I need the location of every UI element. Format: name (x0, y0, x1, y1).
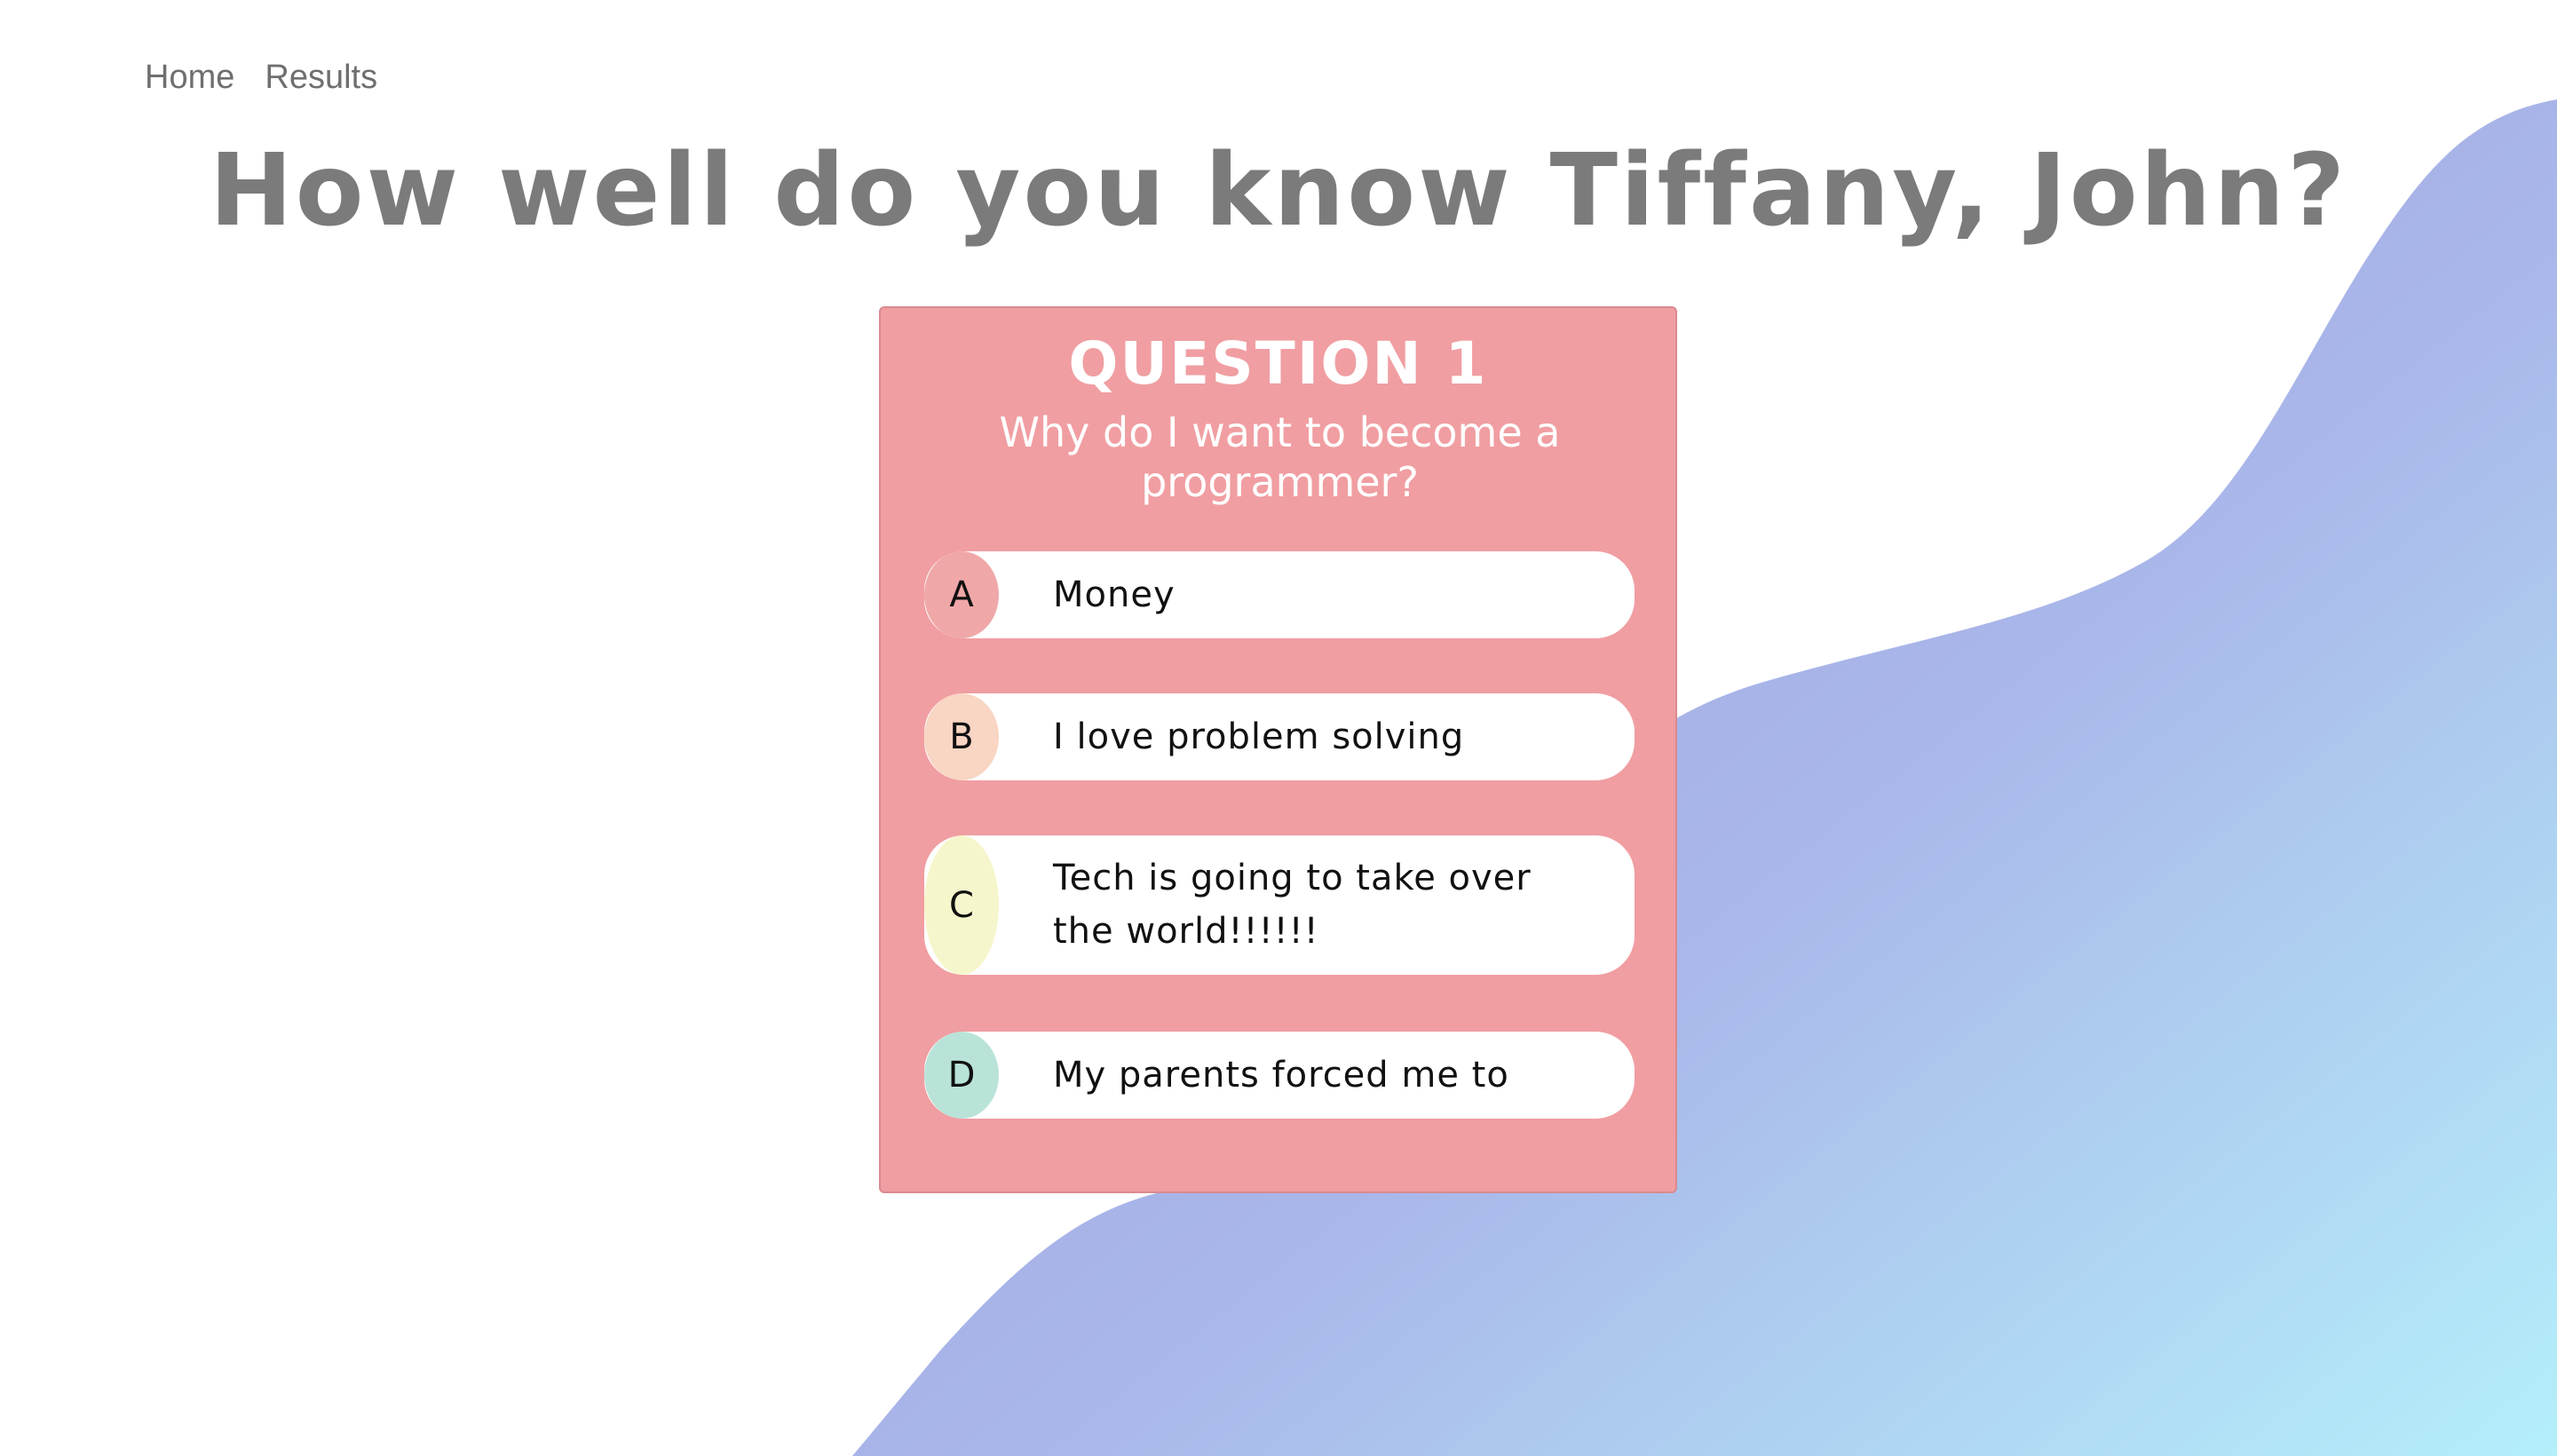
page-title: How well do you know Tiffany, John? (209, 133, 2348, 249)
answer-text: Tech is going to take over the world!!!!… (1053, 858, 1532, 952)
answer-option-b[interactable]: B I love problem solving (924, 693, 1635, 780)
answer-option-c[interactable]: C Tech is going to take over the world!!… (924, 835, 1635, 975)
nav-results-link[interactable]: Results (265, 59, 377, 97)
answer-letter-badge: D (924, 1032, 999, 1119)
answer-text: Money (1053, 574, 1176, 615)
question-number: QUESTION 1 (1068, 329, 1488, 398)
answer-text: My parents forced me to (1053, 1055, 1509, 1096)
answer-letter-badge: A (924, 551, 999, 638)
question-card: QUESTION 1 Why do I want to become a pro… (879, 306, 1677, 1193)
top-nav: Home Results (145, 59, 377, 97)
answer-option-a[interactable]: A Money (924, 551, 1635, 638)
question-text: Why do I want to become a programmer? (999, 408, 1561, 506)
answer-text: I love problem solving (1053, 716, 1465, 757)
answer-option-d[interactable]: D My parents forced me to (924, 1032, 1635, 1119)
answer-letter-badge: B (924, 693, 999, 780)
nav-home-link[interactable]: Home (145, 59, 234, 97)
answer-letter-badge: C (924, 835, 999, 975)
